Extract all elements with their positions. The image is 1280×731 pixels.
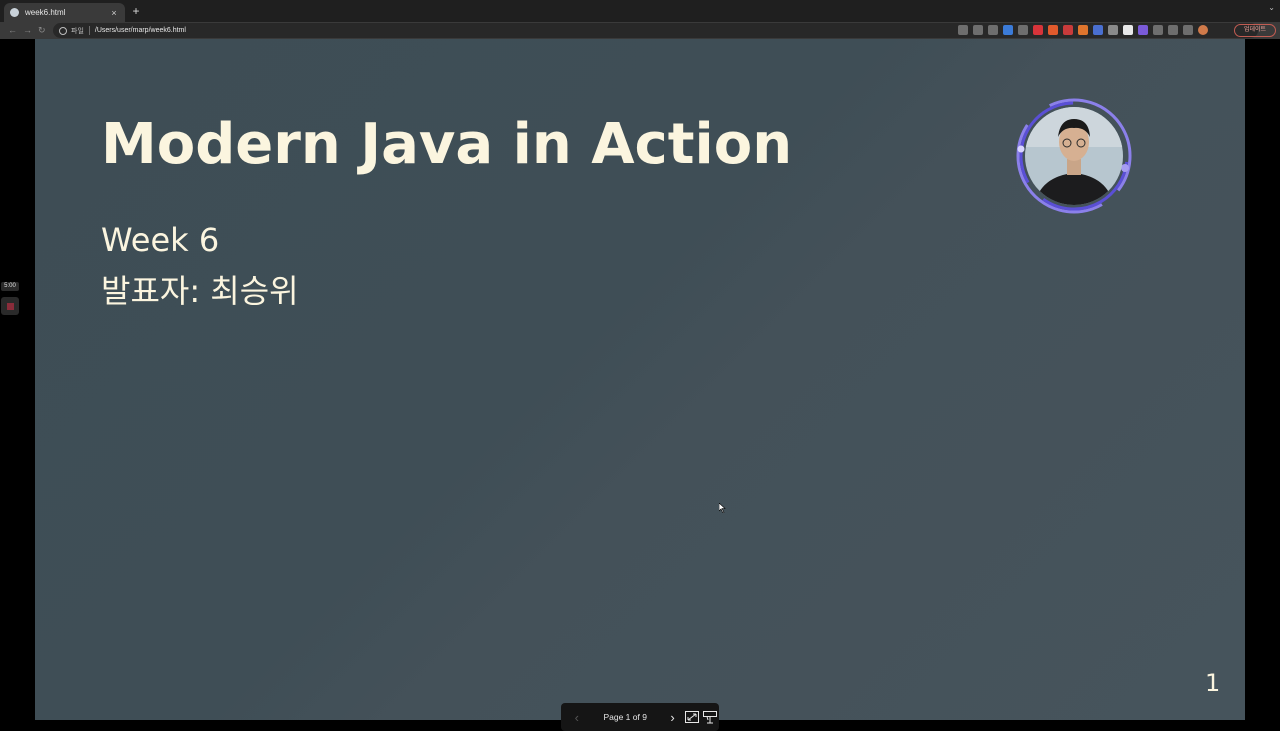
chevron-down-icon[interactable]: ⌄ xyxy=(1268,3,1275,12)
avatar[interactable] xyxy=(1198,25,1208,35)
extension-icon[interactable] xyxy=(1063,25,1073,35)
new-tab-button[interactable]: + xyxy=(130,4,142,18)
extension-icon[interactable] xyxy=(1138,25,1148,35)
fullscreen-icon[interactable] xyxy=(683,708,701,726)
slide-page-number: 1 xyxy=(1205,669,1221,697)
page-indicator: Page 1 of 9 xyxy=(603,712,647,722)
extension-icon[interactable] xyxy=(1018,25,1028,35)
presenter-avatar xyxy=(1016,98,1132,214)
presentation-controls: ‹ Page 1 of 9 › xyxy=(561,703,719,731)
stop-record-button[interactable] xyxy=(1,297,19,315)
url-text[interactable]: /Users/user/marp/week6.html xyxy=(95,27,186,34)
globe-icon xyxy=(10,8,19,17)
tab-strip: week6.html × + ⌄ xyxy=(0,0,1280,22)
stop-icon xyxy=(7,303,14,310)
reload-icon[interactable]: ↻ xyxy=(38,24,46,37)
side-panel-icon[interactable] xyxy=(1183,25,1193,35)
forward-icon[interactable]: → xyxy=(23,24,32,37)
slide-title: Modern Java in Action xyxy=(101,112,793,177)
tab-close-icon[interactable]: × xyxy=(109,8,119,18)
next-slide-button[interactable]: › xyxy=(662,710,684,725)
puzzle-icon[interactable] xyxy=(1153,25,1163,35)
mouse-cursor-icon xyxy=(719,503,726,513)
extension-icon[interactable] xyxy=(1123,25,1133,35)
translate-icon[interactable] xyxy=(958,25,968,35)
page-area: 5:00 Modern Java in Action Week 6 발표자: 최… xyxy=(0,39,1280,731)
extension-icon[interactable] xyxy=(1108,25,1118,35)
extensions-row xyxy=(958,25,1208,35)
presenter-view-icon[interactable] xyxy=(701,708,719,726)
prev-slide-button[interactable]: ‹ xyxy=(565,710,589,725)
slide: Modern Java in Action Week 6 발표자: 최승위 1 xyxy=(35,39,1245,720)
timer-badge: 5:00 xyxy=(1,282,19,291)
back-icon[interactable]: ← xyxy=(8,24,17,37)
slide-week: Week 6 xyxy=(101,221,220,259)
share-icon[interactable] xyxy=(973,25,983,35)
extension-icon[interactable] xyxy=(1093,25,1103,35)
info-icon[interactable] xyxy=(59,26,67,35)
extension-icon[interactable] xyxy=(1003,25,1013,35)
slide-presenter: 발표자: 최승위 xyxy=(101,272,299,310)
reading-list-icon[interactable] xyxy=(1168,25,1178,35)
extension-icon[interactable] xyxy=(1048,25,1058,35)
adblock-icon[interactable] xyxy=(1033,25,1043,35)
extension-icon[interactable] xyxy=(1078,25,1088,35)
divider xyxy=(88,26,90,35)
tab-week6[interactable]: week6.html × xyxy=(4,3,125,22)
update-button[interactable]: 업데이트 xyxy=(1234,24,1276,37)
star-icon[interactable] xyxy=(988,25,998,35)
scheme-label: 파일 xyxy=(71,27,84,35)
tab-title: week6.html xyxy=(25,8,66,17)
browser-toolbar: ← → ↻ 파일 /Users/user/marp/week6.html 업데이… xyxy=(0,22,1280,39)
